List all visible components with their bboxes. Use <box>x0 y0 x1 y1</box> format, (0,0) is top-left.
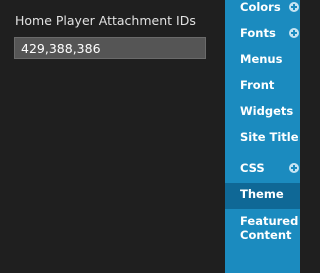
menu-item-label: Featured Content <box>240 214 299 242</box>
menu-item-featured-content[interactable]: Featured Content <box>225 211 300 251</box>
plus-circle-icon[interactable] <box>289 2 299 12</box>
menu-item-widgets[interactable]: Widgets <box>225 100 300 126</box>
menu-item-label: Colors <box>240 0 281 14</box>
plus-circle-icon[interactable] <box>289 163 299 173</box>
menu-item-label: Site Title <box>240 130 299 144</box>
menu-item-label: Fonts <box>240 26 276 40</box>
menu-item-menus[interactable]: Menus <box>225 48 300 74</box>
menu-item-fonts[interactable]: Fonts <box>225 22 300 48</box>
menu-item-label: Menus <box>240 52 283 66</box>
menu-item-label: Front <box>240 78 275 92</box>
plus-circle-icon[interactable] <box>289 28 299 38</box>
menu-item-label: Widgets <box>240 104 294 118</box>
settings-panel: Home Player Attachment IDs <box>0 0 225 273</box>
attachment-ids-label: Home Player Attachment IDs <box>15 13 196 28</box>
menu-item-label: Theme <box>240 187 284 201</box>
menu-item-theme[interactable]: Theme <box>225 183 300 209</box>
menu-item-site-title[interactable]: Site Title <box>225 126 300 152</box>
menu-item-front[interactable]: Front <box>225 74 300 100</box>
menu-item-label: CSS <box>240 161 265 175</box>
theme-options-menu: Colors Fonts Menus Front Widgets Site Ti… <box>225 0 300 273</box>
menu-item-colors[interactable]: Colors <box>225 0 300 22</box>
menu-item-css[interactable]: CSS <box>225 157 300 183</box>
attachment-ids-input[interactable] <box>14 37 206 59</box>
